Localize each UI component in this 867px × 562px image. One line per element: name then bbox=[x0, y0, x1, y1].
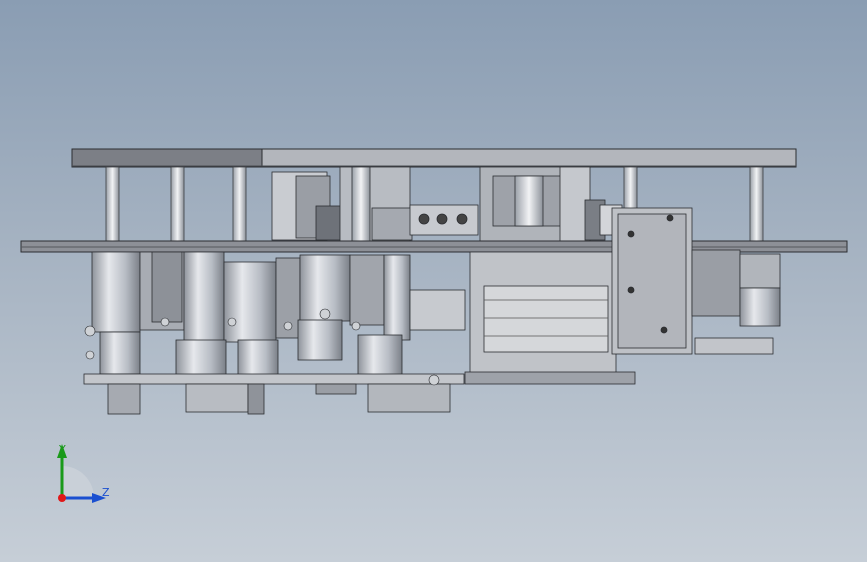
z-axis-label: Z bbox=[102, 486, 110, 499]
coordinate-triad bbox=[57, 444, 106, 503]
y-axis-label: Y bbox=[59, 443, 66, 456]
cad-viewport[interactable]: Y Z bbox=[0, 0, 867, 562]
top-plate bbox=[71, 148, 797, 168]
base-brackets bbox=[83, 373, 465, 415]
assembly-model[interactable] bbox=[0, 0, 867, 562]
actuator-row bbox=[91, 251, 466, 381]
upper-mechanism bbox=[271, 166, 623, 244]
x-axis-dot bbox=[58, 494, 66, 502]
